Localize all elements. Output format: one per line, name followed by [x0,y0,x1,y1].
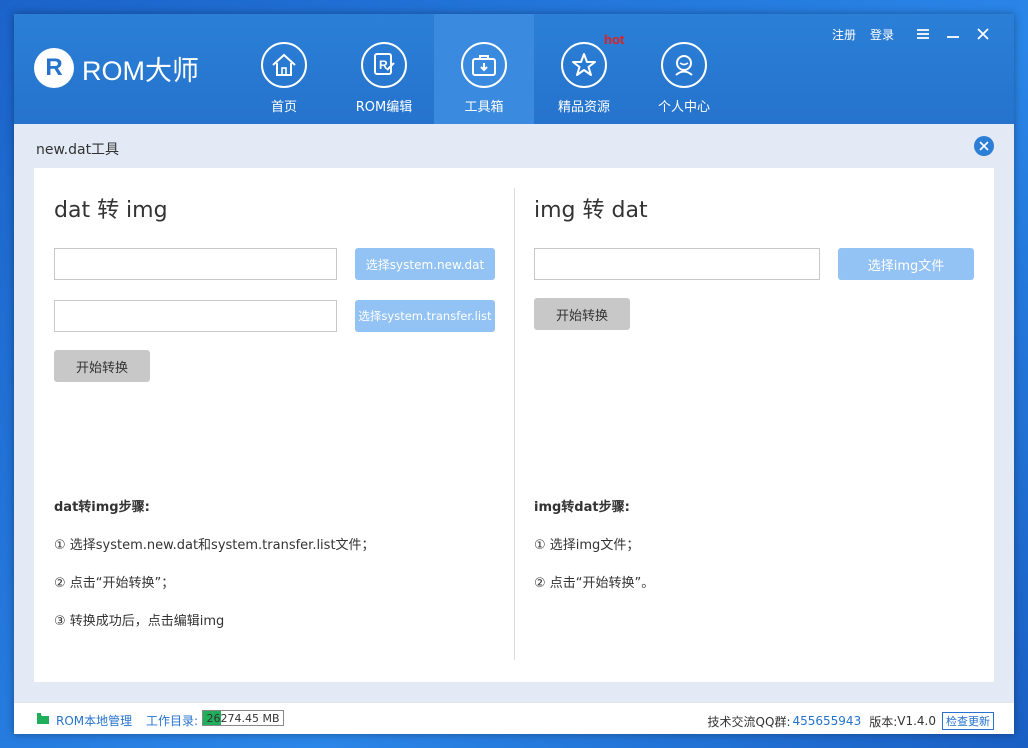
menu-icon[interactable] [908,24,938,44]
nav-item-home[interactable]: 首页 [234,14,334,124]
status-bar: ROM本地管理 工作目录: 26274.45 MB 技术交流QQ群: 45565… [14,702,1014,734]
nav-label-home: 首页 [270,100,297,115]
nav-label-toolbox: 工具箱 [464,100,504,115]
app-logo: R ROM大师 [34,48,199,88]
close-window-icon[interactable] [968,24,998,44]
app-title: ROM大师 [82,55,199,86]
user-icon [661,42,707,88]
disk-usage-text: 26274.45 MB [206,712,280,725]
svg-text:R: R [379,58,388,72]
hot-badge: hot [604,32,625,47]
register-link[interactable]: 注册 [832,26,856,43]
toolbox-icon [461,42,507,88]
minimize-icon[interactable] [938,24,968,44]
qq-group-number[interactable]: 455655943 [792,714,861,728]
dat-to-img-heading: dat 转 img [54,198,168,223]
img-path-input[interactable] [534,248,820,280]
nav-item-profile[interactable]: 个人中心 [634,14,734,124]
nav-item-resources[interactable]: 精品资源 hot [534,14,634,124]
disk-usage-bar[interactable]: 26274.45 MB [202,710,284,726]
rom-edit-icon: R [361,42,407,88]
check-update-button[interactable]: 检查更新 [942,712,994,730]
nav-label-rom-edit: ROM编辑 [355,100,413,115]
main-nav: 首页 R ROM编辑 工具箱 精品资源 hot 个人中心 [234,14,734,124]
tool-title-bar: new.dat工具 [14,124,1014,168]
select-img-button[interactable]: 选择img文件 [838,248,974,280]
app-header: R ROM大师 首页 R ROM编辑 工具箱 精品资源 hot 个人中心 注册 … [14,14,1014,124]
app-window: R ROM大师 首页 R ROM编辑 工具箱 精品资源 hot 个人中心 注册 … [14,14,1014,734]
rom-local-mgmt-link[interactable]: ROM本地管理 [56,712,132,729]
status-right: 技术交流QQ群: 455655943 版本: V1.4.0 检查更新 [708,712,994,730]
star-icon [561,42,607,88]
nav-label-profile: 个人中心 [657,100,710,115]
window-controls: 注册 登录 [832,24,998,44]
dat-step-3: ③ 转换成功后，点击编辑img [54,614,225,629]
dat-step-2: ② 点击“开始转换”； [54,576,175,591]
img-step-1: ① 选择img文件； [534,538,640,553]
dat-steps-title: dat转img步骤: [54,500,150,515]
img-steps-title: img转dat步骤: [534,500,630,515]
nav-item-toolbox[interactable]: 工具箱 [434,14,534,124]
dat-start-convert-button[interactable]: 开始转换 [54,350,150,382]
img-to-dat-heading: img 转 dat [534,198,648,223]
tool-title: new.dat工具 [36,142,120,158]
folder-icon [36,712,50,725]
nav-item-rom-edit[interactable]: R ROM编辑 [334,14,434,124]
img-step-2: ② 点击“开始转换”。 [534,576,655,591]
dat-step-1: ① 选择system.new.dat和system.transfer.list文… [54,538,375,553]
logo-icon: R [34,48,74,88]
qq-group-label: 技术交流QQ群: [707,714,791,729]
login-link[interactable]: 登录 [870,26,894,43]
tool-panel: dat 转 img 选择system.new.dat 选择system.tran… [34,168,994,682]
transfer-list-path-input[interactable] [54,300,337,332]
newdat-path-input[interactable] [54,248,337,280]
img-start-convert-button[interactable]: 开始转换 [534,298,630,330]
panel-divider [514,188,515,660]
nav-label-resources: 精品资源 [557,100,610,115]
select-transfer-list-button[interactable]: 选择system.transfer.list [355,300,495,332]
workdir-label: 工作目录: [146,714,199,728]
select-newdat-button[interactable]: 选择system.new.dat [355,248,495,280]
close-tool-icon[interactable] [974,136,994,156]
version-label: 版本: [869,714,898,729]
home-icon [261,42,307,88]
version-value: V1.4.0 [897,714,936,728]
